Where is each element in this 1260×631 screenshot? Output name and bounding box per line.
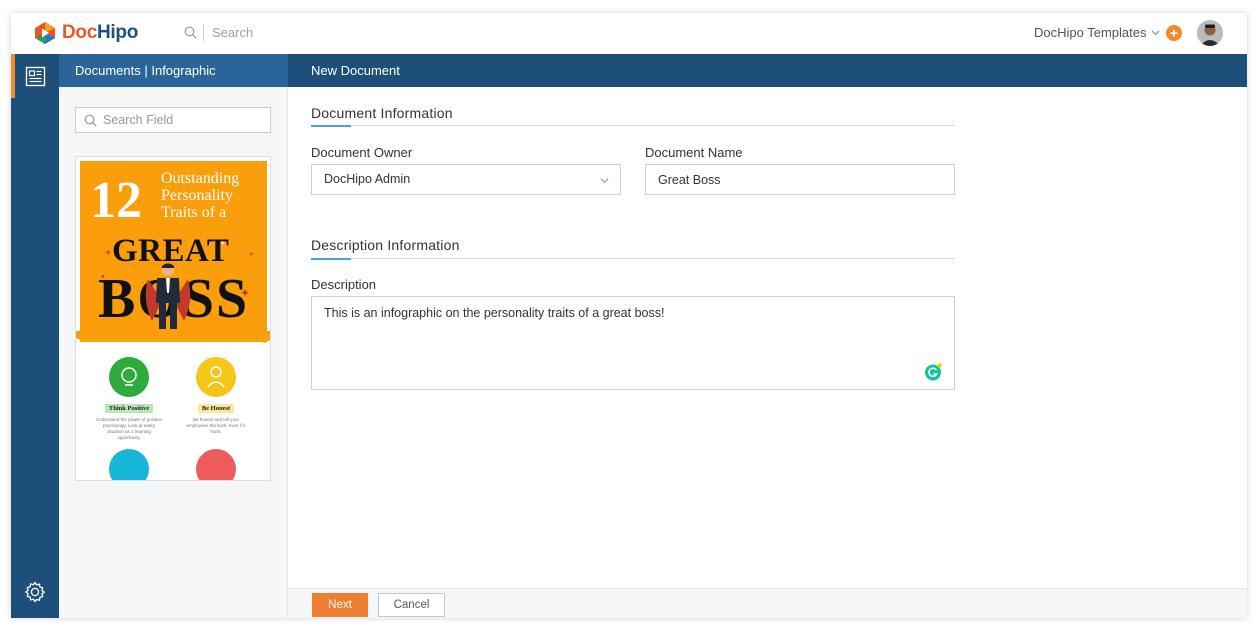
add-button[interactable]: +: [1166, 25, 1182, 41]
description-label: Description: [311, 277, 377, 292]
search-divider: [203, 24, 204, 41]
field-search[interactable]: [75, 107, 271, 133]
global-search[interactable]: [184, 24, 352, 41]
templates-label: DocHipo Templates: [1034, 25, 1147, 40]
document-name-label: Document Name: [645, 145, 743, 160]
document-owner-label: Document Owner: [311, 145, 413, 160]
logo-icon: [35, 22, 55, 44]
templates-dropdown[interactable]: DocHipo Templates: [1034, 25, 1160, 40]
document-name-input[interactable]: [645, 164, 955, 195]
field-search-input[interactable]: [103, 113, 263, 127]
left-rail: [11, 54, 59, 618]
trait-4-partial: [173, 449, 259, 480]
rail-item-documents[interactable]: [11, 54, 59, 98]
dochipo-logo[interactable]: DocHipo: [33, 21, 138, 45]
app-window: DocHipo DocHipo Templates +: [11, 13, 1247, 618]
section-divider: [311, 125, 955, 127]
trait-desc: Understand the power of positive psychol…: [96, 417, 162, 440]
page-title: New Document: [311, 63, 400, 78]
cancel-button[interactable]: Cancel: [378, 593, 445, 617]
svg-text:✦: ✦: [220, 240, 225, 247]
grammarly-icon[interactable]: [924, 363, 942, 381]
star-person-icon: [109, 449, 149, 480]
logo-text: DocHipo: [62, 22, 139, 43]
next-button[interactable]: Next: [312, 593, 368, 617]
trait-think-positive: Think Positive Understand the power of p…: [86, 357, 172, 441]
trait-desc: Be honest and tell your employees the tr…: [186, 417, 246, 434]
search-icon: [84, 114, 97, 127]
svg-text:✦: ✦: [240, 286, 250, 300]
description-textarea[interactable]: This is an infographic on the personalit…: [311, 296, 955, 390]
search-icon: [184, 26, 197, 39]
top-bar: DocHipo DocHipo Templates +: [11, 13, 1247, 54]
breadcrumb: Documents | Infographic: [59, 54, 288, 87]
section-divider: [311, 258, 955, 260]
be-honest-icon: [196, 357, 236, 397]
template-thumbnail[interactable]: 12 Outstanding Personality Traits of a G…: [75, 156, 271, 481]
avatar-image: [1197, 20, 1223, 46]
settings-gear-icon[interactable]: [23, 580, 47, 604]
form-footer: Next Cancel: [288, 588, 1247, 618]
description-information-heading: Description Information: [311, 237, 460, 253]
active-indicator: [11, 54, 15, 98]
document-information-heading: Document Information: [311, 105, 453, 121]
thumbnail-cover: 12 Outstanding Personality Traits of a G…: [80, 161, 267, 342]
document-owner-select[interactable]: DocHipo Admin: [311, 164, 621, 195]
chevron-down-icon: [600, 178, 609, 184]
trait-be-honest: Be Honest Be honest and tell your employ…: [173, 357, 259, 435]
svg-text:✦: ✦: [100, 273, 106, 281]
trait-tag: Be Honest: [197, 404, 235, 413]
svg-text:✦: ✦: [104, 248, 112, 259]
chevron-down-icon: [1152, 30, 1160, 36]
trait-tag: Think Positive: [104, 404, 154, 413]
document-icon: [25, 66, 46, 87]
trait-3-partial: [86, 449, 172, 480]
torn-edge: [76, 331, 270, 343]
svg-text:✦: ✦: [248, 250, 255, 259]
global-search-input[interactable]: [212, 25, 352, 40]
confetti-decoration: ✦ ✦ ✦ ✦ ✦: [100, 240, 255, 300]
header-band: Documents | Infographic New Document: [59, 54, 1247, 87]
group-icon: [196, 449, 236, 480]
document-owner-value: DocHipo Admin: [324, 172, 411, 186]
template-side-panel: 12 Outstanding Personality Traits of a G…: [59, 87, 288, 618]
think-positive-icon: [109, 357, 149, 397]
user-avatar[interactable]: [1197, 20, 1223, 46]
document-form: Document Information Document Owner DocH…: [288, 87, 1247, 588]
